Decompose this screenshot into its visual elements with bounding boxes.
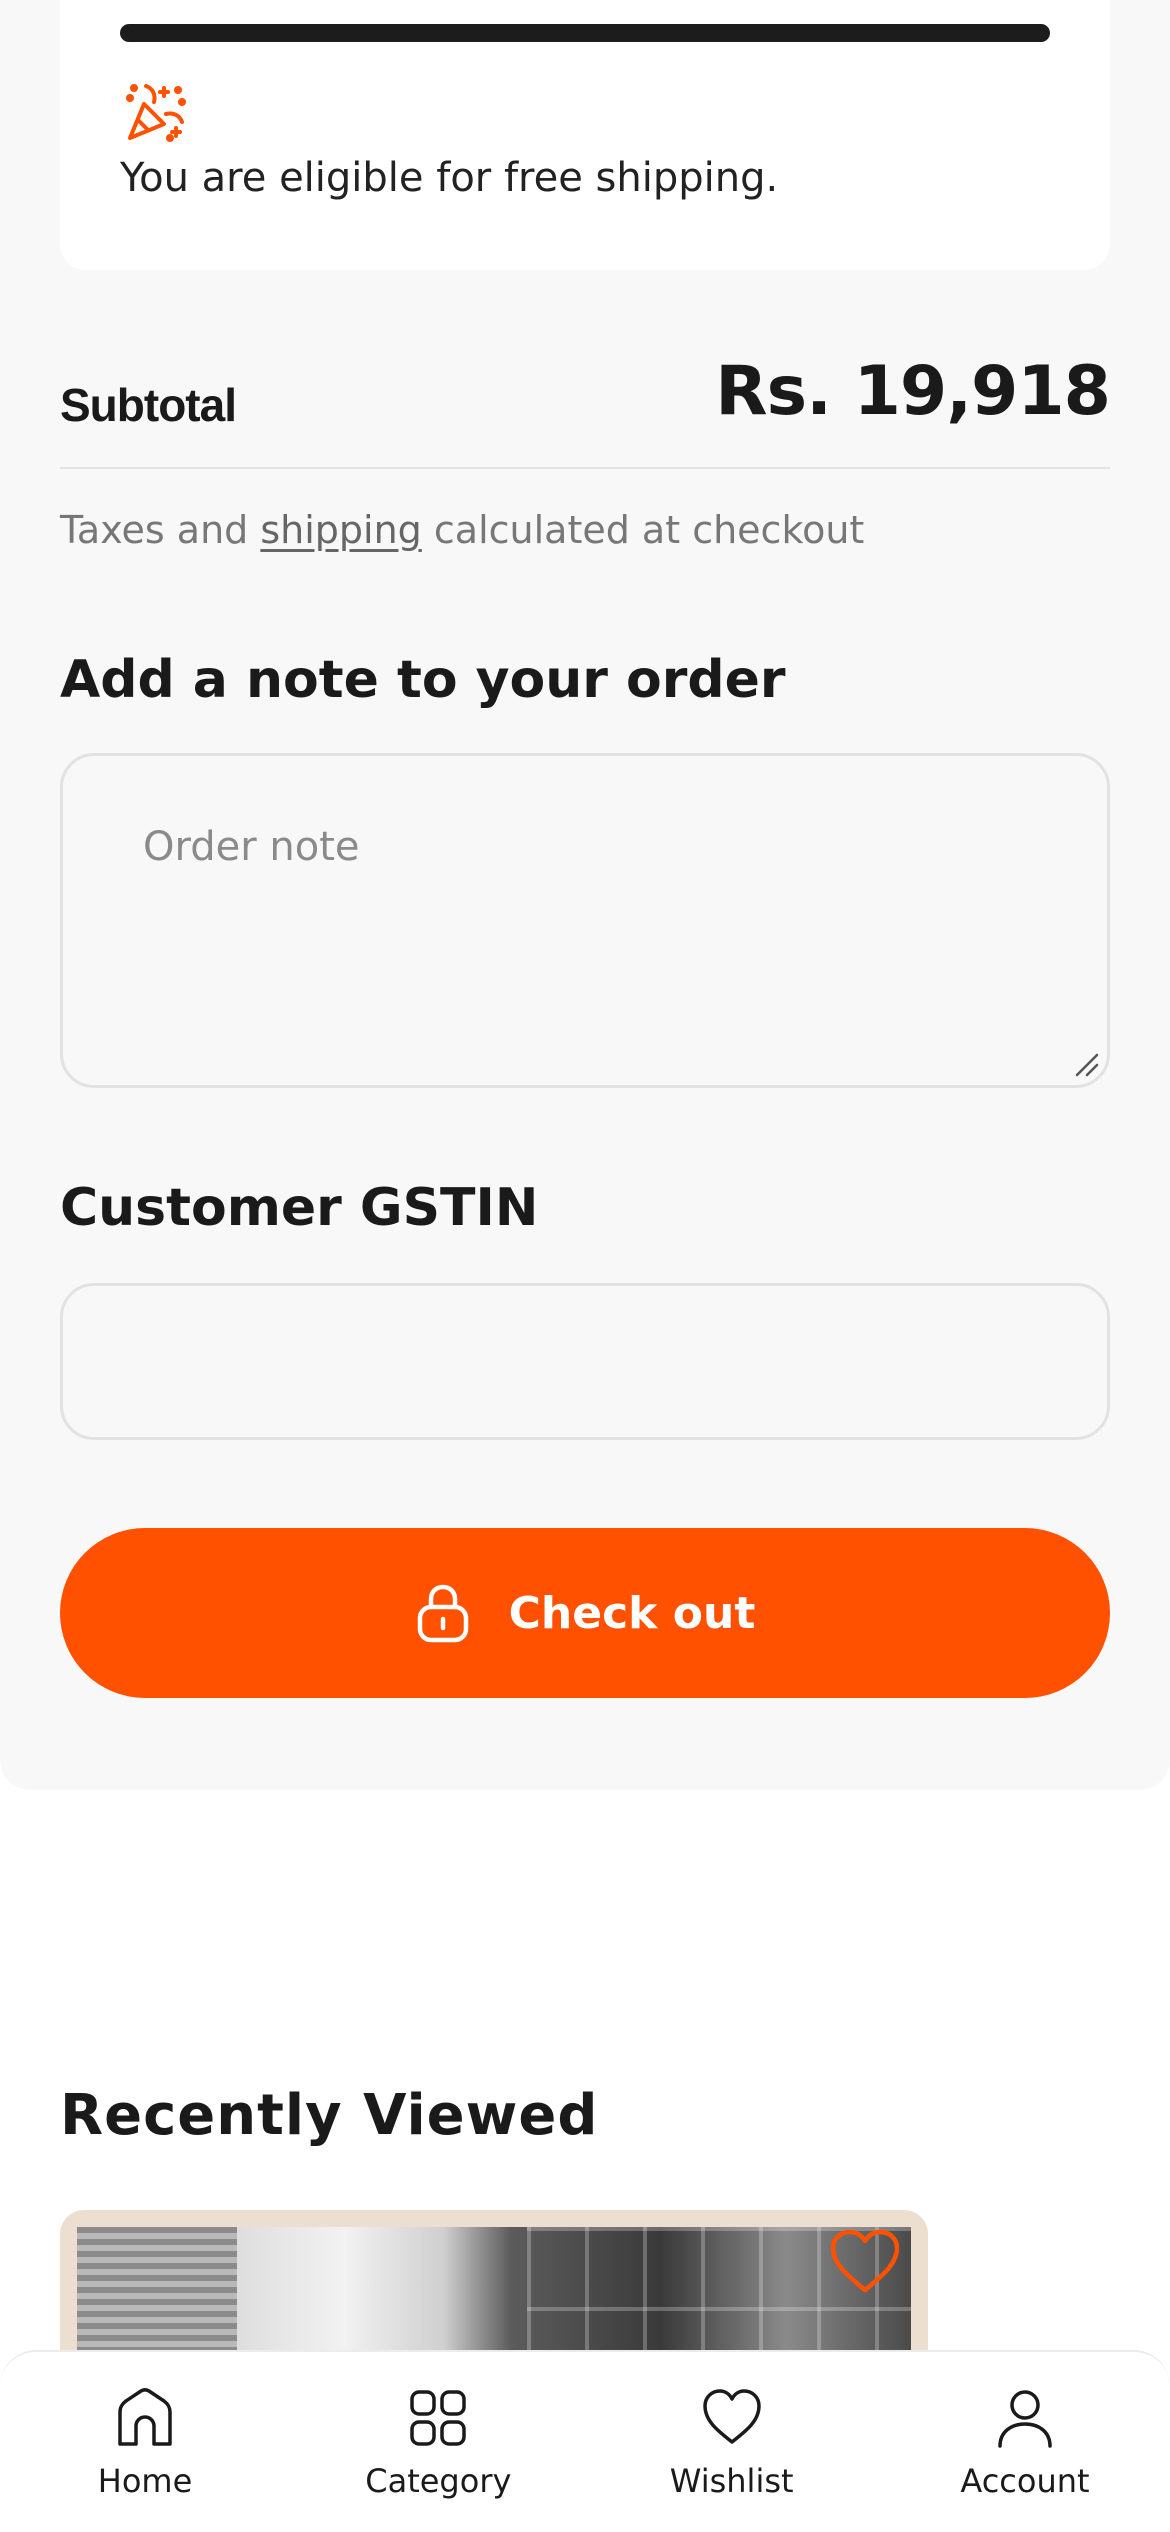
cart-summary-panel: You are eligible for free shipping. Subt… xyxy=(0,0,1170,1790)
order-note-textarea[interactable]: Order note xyxy=(60,753,1110,1088)
checkout-button[interactable]: Check out xyxy=(60,1528,1110,1698)
checkout-button-label: Check out xyxy=(508,1587,756,1639)
tax-note-suffix: calculated at checkout xyxy=(421,508,865,552)
divider xyxy=(60,467,1110,469)
subtotal-value: Rs. 19,918 xyxy=(715,352,1111,431)
nav-label-wishlist: Wishlist xyxy=(669,2462,794,2500)
bottom-nav-bar: Home Category Wishlist Account xyxy=(0,2350,1170,2532)
nav-item-wishlist[interactable]: Wishlist xyxy=(627,2352,837,2532)
nav-item-home[interactable]: Home xyxy=(40,2352,250,2532)
nav-item-account[interactable]: Account xyxy=(920,2352,1130,2532)
order-note-placeholder: Order note xyxy=(143,824,360,870)
user-icon xyxy=(998,2390,1052,2448)
recently-viewed-heading: Recently Viewed xyxy=(60,2083,599,2148)
party-popper-icon xyxy=(126,84,186,142)
nav-label-category: Category xyxy=(365,2462,512,2500)
cart-page: You are eligible for free shipping. Subt… xyxy=(0,0,1170,2532)
customer-gstin-heading: Customer GSTIN xyxy=(60,1178,539,1238)
heart-icon xyxy=(702,2389,761,2444)
free-shipping-card: You are eligible for free shipping. xyxy=(60,0,1110,270)
subtotal-label: Subtotal xyxy=(60,379,237,431)
tax-note: Taxes and shipping calculated at checkou… xyxy=(60,508,864,552)
category-grid-icon xyxy=(410,2390,467,2446)
shipping-policy-link[interactable]: shipping xyxy=(260,508,421,552)
customer-gstin-input[interactable] xyxy=(60,1283,1110,1440)
resize-handle-icon[interactable] xyxy=(1073,1051,1099,1077)
wishlist-heart-icon[interactable] xyxy=(828,2228,902,2294)
home-icon xyxy=(118,2388,172,2446)
free-shipping-message: You are eligible for free shipping. xyxy=(120,155,779,201)
nav-item-category[interactable]: Category xyxy=(333,2352,543,2532)
tax-note-prefix: Taxes and xyxy=(60,508,261,552)
nav-label-account: Account xyxy=(960,2462,1090,2500)
nav-label-home: Home xyxy=(97,2462,193,2500)
free-shipping-progress-bar xyxy=(120,24,1050,42)
lock-icon xyxy=(417,1584,468,1643)
order-note-heading: Add a note to your order xyxy=(60,650,786,710)
